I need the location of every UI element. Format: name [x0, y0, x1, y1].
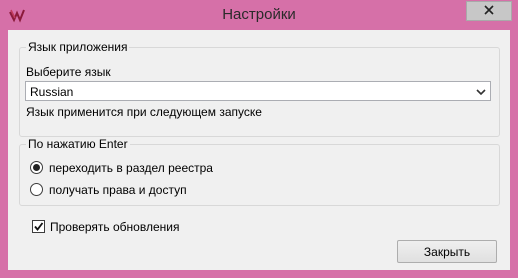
radio-open-registry-label[interactable]: переходить в раздел реестра — [49, 161, 213, 175]
title-bar[interactable]: Настройки — [0, 0, 518, 30]
checkmark-icon — [34, 222, 44, 231]
dialog-body: Язык приложения Выберите язык Russian Яз… — [8, 30, 510, 270]
check-updates-label[interactable]: Проверять обновления — [50, 220, 179, 234]
language-group-legend: Язык приложения — [26, 40, 130, 54]
window-title: Настройки — [222, 6, 296, 23]
close-window-button[interactable] — [466, 1, 512, 21]
settings-window: Настройки Язык приложения Выберите язык … — [0, 0, 518, 278]
radio-get-permissions[interactable] — [30, 183, 43, 196]
language-select[interactable]: Russian — [25, 81, 491, 101]
language-select-value: Russian — [30, 85, 74, 99]
language-hint-label: Язык применится при следующем запуске — [26, 105, 262, 119]
close-icon — [484, 4, 494, 18]
close-button[interactable]: Закрыть — [397, 240, 497, 263]
check-updates-checkbox[interactable] — [32, 220, 45, 233]
chevron-down-icon[interactable] — [476, 86, 486, 96]
language-prompt-label: Выберите язык — [26, 65, 111, 79]
radio-get-permissions-label[interactable]: получать права и доступ — [49, 183, 187, 197]
radio-open-registry[interactable] — [30, 161, 43, 174]
enter-action-group-legend: По нажатию Enter — [26, 137, 130, 151]
